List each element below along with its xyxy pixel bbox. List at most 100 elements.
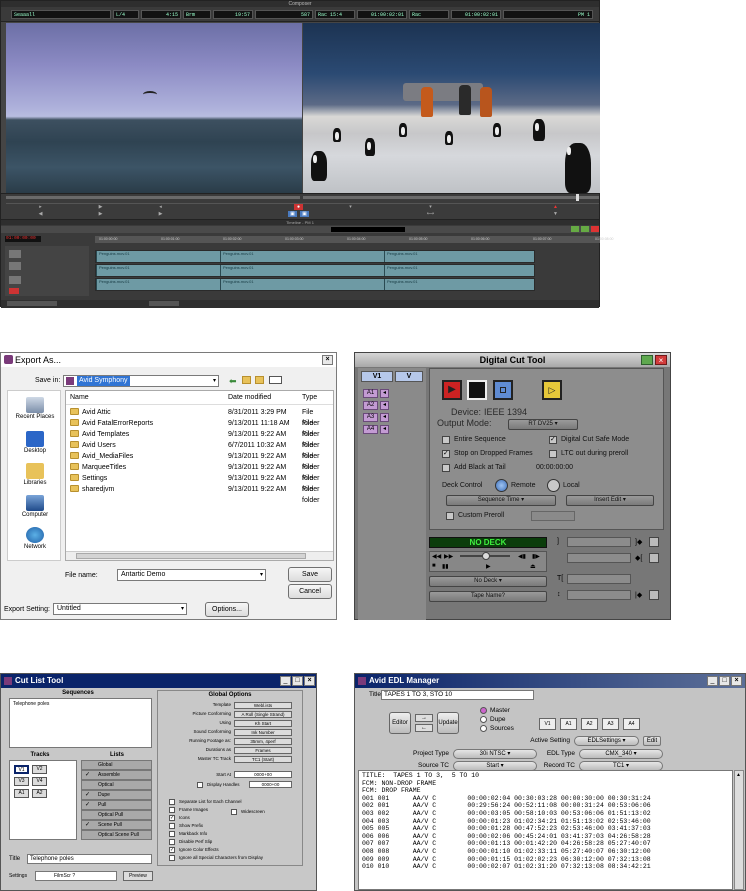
timeline-tools[interactable] (7, 301, 57, 306)
file-row[interactable]: Avid Attic 8/31/2011 3:29 PM File folder (66, 407, 331, 427)
step-back-icon[interactable]: ◀▮ (518, 553, 526, 560)
timeline-clip[interactable]: Penguins.mov.01 (384, 265, 534, 276)
source-tc-mode-2[interactable]: Brm (183, 10, 211, 19)
display-handles-checkbox[interactable] (197, 782, 203, 788)
cancel-button[interactable]: Cancel (288, 584, 332, 599)
timeline-ruler[interactable]: 01:00:00:00 01:00:01:00 01:00:02:00 01:00:0… (95, 236, 614, 243)
output-mode-dropdown[interactable]: RT DV25 ▾ (508, 419, 578, 430)
sequences-list[interactable]: Telephone poles (9, 698, 152, 748)
option-dropdown[interactable]: TC1 (Start) (234, 756, 292, 763)
step-forward-icon[interactable]: ▶ (156, 211, 165, 217)
edl-title-input[interactable]: TAPES 1 TO 3, STO 10 (381, 690, 534, 700)
trim-icon[interactable]: ⟷ (426, 211, 435, 217)
back-icon[interactable]: ⬅ (229, 376, 237, 387)
list-item[interactable]: ✓ Dupe (81, 790, 152, 800)
list-item[interactable]: Global (81, 760, 152, 770)
go-to-position-icon[interactable]: |◆ (635, 591, 642, 599)
deck-select-dropdown[interactable]: No Deck ▾ (429, 576, 547, 587)
places-recent[interactable]: Recent Places (8, 397, 62, 420)
rewind-icon[interactable]: ◀◀ (432, 553, 441, 560)
maximize-button[interactable] (581, 226, 589, 232)
list-item[interactable]: Optical Scene Pull (81, 830, 152, 840)
track-button[interactable]: V1 (14, 765, 29, 774)
export-setting-dropdown[interactable]: Untitled ▾ (53, 603, 187, 615)
option-dropdown[interactable]: A Roll (Single Strand) (234, 711, 292, 718)
clear-position-icon[interactable] (649, 590, 659, 600)
minimize-button[interactable] (641, 355, 653, 365)
master-radio[interactable] (480, 707, 487, 714)
option-checkbox[interactable] (169, 831, 175, 837)
timeline-video-track[interactable]: Penguins.mov.01 Penguins.mov.01 Penguins… (95, 250, 535, 263)
save-button[interactable]: Save (288, 567, 332, 582)
audio-monitor-icon[interactable]: ◂ (380, 401, 389, 410)
widescreen-checkbox[interactable] (231, 809, 237, 815)
track-button[interactable]: A1 (14, 789, 29, 798)
zoom-slider[interactable] (149, 301, 179, 306)
option-dropdown[interactable]: 35mm, 4perf (234, 738, 292, 745)
timeline-audio-track-2[interactable]: Penguins.mov.01 Penguins.mov.01 Penguins… (95, 278, 535, 291)
timeline-clip[interactable]: Penguins.mov.01 (220, 279, 384, 290)
splice-icon[interactable]: ▾ (346, 204, 355, 210)
mark-in-field[interactable] (567, 537, 631, 547)
sequence-time-dropdown[interactable]: Sequence Time ▾ (446, 495, 556, 506)
minimize-button[interactable] (571, 226, 579, 232)
record-monitor[interactable] (303, 23, 600, 193)
places-network[interactable]: Network (8, 527, 62, 550)
list-item[interactable]: ✓ Pull (81, 800, 152, 810)
sequence-item[interactable]: Telephone poles (13, 701, 49, 707)
local-radio[interactable] (547, 479, 560, 492)
edit-button[interactable]: Edit (643, 736, 661, 746)
stop-icon[interactable]: ■ (432, 563, 436, 569)
source-tc-mode[interactable]: L/4 (113, 10, 139, 19)
track-selectors[interactable] (5, 246, 89, 296)
chevron-down-icon[interactable]: ▾ (181, 604, 184, 614)
timeline-clip[interactable]: Penguins.mov.01 (220, 251, 384, 262)
horizontal-scrollbar[interactable] (66, 551, 333, 560)
option-dropdown[interactable]: Frames (234, 747, 292, 754)
audio-track-button[interactable]: A1 (363, 389, 378, 398)
option-checkbox[interactable]: ✓ (169, 847, 175, 853)
option-checkbox[interactable] (169, 807, 175, 813)
source-tc-value[interactable]: 19:57 (213, 10, 253, 19)
chevron-down-icon[interactable]: ▾ (213, 376, 216, 386)
arrow-right-icon[interactable]: → (415, 714, 433, 722)
track-button[interactable]: V4 (32, 777, 47, 786)
track-button-a2[interactable]: A2 (581, 718, 598, 730)
places-desktop[interactable]: Desktop (8, 431, 62, 454)
audio-track-button[interactable]: A2 (363, 401, 378, 410)
save-in-dropdown[interactable]: Avid Symphony ▾ (63, 375, 219, 387)
vertical-scrollbar[interactable]: ▲ (734, 770, 744, 890)
stop-icon[interactable] (467, 380, 487, 400)
timeline-clip[interactable]: Penguins.mov.01 (96, 265, 220, 276)
option-dropdown[interactable]: Webl.ists (234, 702, 292, 709)
record-icon[interactable]: ▶ (442, 380, 462, 400)
handles-field[interactable]: 0000+00 (249, 781, 292, 788)
go-to-out-icon[interactable]: ◆[ (635, 554, 642, 562)
arrow-left-icon[interactable]: ← (415, 724, 433, 732)
track-v-button[interactable]: V (395, 371, 423, 382)
maximize-button[interactable]: □ (719, 676, 730, 686)
add-edit-icon[interactable]: ▣ (288, 211, 297, 217)
record-tc-mode[interactable]: Rac 15:4 (315, 10, 355, 19)
record-tc-value-2[interactable]: 01:00:02:01 (451, 10, 501, 19)
up-folder-icon[interactable] (242, 376, 251, 384)
black-timecode[interactable]: 00:00:00:00 (536, 464, 573, 471)
overwrite-icon[interactable]: ▾ (426, 204, 435, 210)
track-button-a1[interactable]: A1 (560, 718, 577, 730)
close-button[interactable] (591, 226, 599, 232)
track-selector-a1[interactable] (9, 262, 21, 270)
close-button[interactable]: × (322, 355, 333, 365)
audio-monitor-icon[interactable]: ◂ (380, 389, 389, 398)
audio-monitor-icon[interactable]: ◂ (380, 425, 389, 434)
timeline-clip[interactable]: Penguins.mov.01 (220, 265, 384, 276)
column-date[interactable]: Date modified (228, 394, 271, 401)
ltc-out-checkbox[interactable] (549, 450, 557, 458)
position-field[interactable] (567, 590, 631, 600)
close-button[interactable]: × (731, 676, 742, 686)
track-button[interactable]: V3 (14, 777, 29, 786)
audio-track-button[interactable]: A3 (363, 413, 378, 422)
track-button-v1[interactable]: V1 (539, 718, 556, 730)
option-dropdown[interactable]: Ink Number (234, 729, 292, 736)
lift-icon[interactable]: ▲ (551, 204, 560, 210)
shuttle-knob[interactable] (482, 552, 490, 560)
